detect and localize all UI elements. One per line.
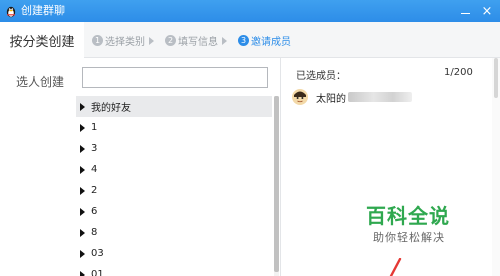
avatar (292, 89, 308, 105)
tree-group-label: 01 (91, 269, 104, 276)
tree-group-label: 2 (91, 185, 98, 196)
panel-divider (280, 58, 281, 276)
minimize-icon (460, 12, 470, 14)
step-invite-members[interactable]: 3 邀请成员 (238, 33, 291, 48)
tree-group-item[interactable]: 4 (76, 159, 272, 180)
create-group-window: 创建群聊 × 按分类创建 1 选择类别 2 填写信息 3 邀请成员 选人创建 我… (0, 0, 500, 276)
step-label: 邀请成员 (251, 37, 291, 48)
step-number-badge: 2 (165, 35, 176, 46)
tree-group-label: 6 (91, 206, 98, 217)
tab-label: 按分类创建 (9, 34, 75, 50)
friend-group-tree: 我的好友 1 3 4 2 6 8 03 01 (76, 96, 272, 276)
tree-group-item[interactable]: 01 (76, 264, 272, 276)
tree-group-label: 8 (91, 227, 98, 238)
watermark-title: 百科全说 (366, 204, 450, 228)
selected-member-item[interactable]: 太阳的 (292, 86, 452, 108)
step-bar: 按分类创建 1 选择类别 2 填写信息 3 邀请成员 (0, 22, 500, 59)
tree-group-item[interactable]: 8 (76, 222, 272, 243)
step-number-badge: 1 (92, 35, 103, 46)
caret-right-icon[interactable] (80, 228, 85, 237)
step-label: 填写信息 (178, 37, 218, 48)
chevron-right-icon (222, 36, 227, 45)
member-list-scrollbar[interactable] (492, 58, 500, 276)
tree-group-label: 1 (91, 122, 98, 133)
tab-create-by-category[interactable]: 按分类创建 (0, 22, 84, 59)
search-input[interactable] (82, 67, 268, 88)
close-button[interactable]: × (478, 2, 496, 20)
tree-group-label: 4 (91, 164, 98, 175)
tree-group-label: 03 (91, 248, 104, 259)
tree-group-item[interactable]: 1 (76, 117, 272, 138)
redacted-name-blur (348, 92, 412, 102)
watermark-subtitle: 助你轻松解决 (373, 231, 445, 244)
caret-right-icon[interactable] (80, 186, 85, 195)
caret-right-icon[interactable] (80, 123, 85, 132)
step-number-badge: 3 (238, 35, 249, 46)
step-select-category[interactable]: 1 选择类别 (92, 33, 154, 48)
caret-right-icon[interactable] (80, 144, 85, 153)
window-title: 创建群聊 (21, 4, 65, 17)
tree-scrollbar[interactable] (274, 96, 279, 276)
pointer-arrow-icon (389, 258, 402, 276)
tree-group-item[interactable]: 2 (76, 180, 272, 201)
member-list-scrollbar-thumb[interactable] (494, 58, 498, 98)
caret-right-icon[interactable] (80, 207, 85, 216)
selected-members-count: 1/200 (444, 67, 473, 78)
member-name: 太阳的 (316, 93, 346, 105)
caret-right-icon[interactable] (80, 270, 85, 276)
title-bar: 创建群聊 × (0, 0, 500, 22)
caret-right-icon[interactable] (80, 102, 85, 111)
penguin-icon (6, 6, 16, 18)
close-icon: × (481, 3, 493, 19)
tree-scrollbar-thumb[interactable] (274, 96, 279, 272)
tree-group-label: 3 (91, 143, 98, 154)
selected-members-label: 已选成员： (296, 71, 346, 82)
tree-group-item[interactable]: 03 (76, 243, 272, 264)
tree-group-item[interactable]: 6 (76, 201, 272, 222)
step-label: 选择类别 (105, 37, 145, 48)
tree-group-label: 我的好友 (91, 103, 131, 114)
tree-group-item[interactable]: 我的好友 (76, 96, 272, 117)
tree-group-item[interactable]: 3 (76, 138, 272, 159)
minimize-button[interactable] (456, 2, 474, 20)
step-fill-info[interactable]: 2 填写信息 (165, 33, 227, 48)
caret-right-icon[interactable] (80, 165, 85, 174)
caret-right-icon[interactable] (80, 249, 85, 258)
select-people-label: 选人创建 (16, 75, 65, 89)
chevron-right-icon (149, 36, 154, 45)
